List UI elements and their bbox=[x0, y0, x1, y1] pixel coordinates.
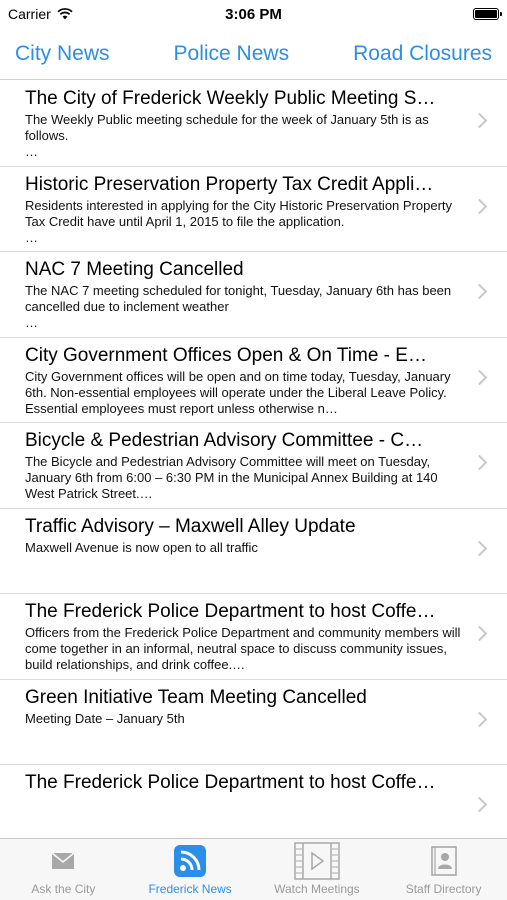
news-item[interactable]: Traffic Advisory – Maxwell Alley Update … bbox=[0, 509, 507, 594]
tab-road-closures[interactable]: Road Closures bbox=[353, 42, 492, 66]
news-item[interactable]: Green Initiative Team Meeting Cancelled … bbox=[0, 680, 507, 765]
tabbar-label: Ask the City bbox=[31, 882, 96, 896]
news-item-title: Traffic Advisory – Maxwell Alley Update bbox=[25, 515, 356, 537]
tabbar-label: Staff Directory bbox=[405, 882, 482, 896]
news-list: The City of Frederick Weekly Public Meet… bbox=[0, 81, 507, 851]
chevron-right-icon bbox=[471, 711, 488, 728]
news-item-title: City Government Offices Open & On Time -… bbox=[25, 344, 427, 366]
tab-city-news[interactable]: City News bbox=[15, 42, 110, 66]
chevron-right-icon bbox=[471, 198, 488, 215]
chevron-right-icon bbox=[471, 369, 488, 386]
news-item[interactable]: Bicycle & Pedestrian Advisory Committee … bbox=[0, 423, 507, 509]
chevron-right-icon bbox=[471, 283, 488, 300]
news-item-summary: City Government offices will be open and… bbox=[25, 368, 451, 416]
news-item-summary: The NAC 7 meeting scheduled for tonight,… bbox=[25, 283, 452, 330]
envelope-icon bbox=[51, 843, 75, 879]
news-item-title: Bicycle & Pedestrian Advisory Committee … bbox=[25, 430, 424, 451]
news-item-summary: Officers from the Frederick Police Depar… bbox=[25, 625, 461, 672]
news-category-tabs: City News Police News Road Closures bbox=[0, 28, 507, 80]
news-item-title: The City of Frederick Weekly Public Meet… bbox=[25, 88, 436, 109]
news-item-title: Historic Preservation Property Tax Credi… bbox=[25, 173, 434, 195]
news-item-summary: The Weekly Public meeting schedule for t… bbox=[25, 112, 429, 159]
tabbar-item-staff-directory[interactable]: Staff Directory bbox=[380, 839, 507, 900]
news-item-summary: Residents interested in applying for the… bbox=[25, 197, 453, 245]
status-left: Carrier bbox=[8, 6, 73, 22]
tabbar-item-watch-meetings[interactable]: Watch Meetings bbox=[254, 839, 381, 900]
news-item-summary: Meeting Date – January 5th bbox=[25, 710, 185, 726]
carrier-label: Carrier bbox=[8, 6, 51, 22]
news-item[interactable]: The Frederick Police Department to host … bbox=[0, 594, 507, 680]
news-item-summary: Maxwell Avenue is now open to all traffi… bbox=[25, 539, 258, 555]
chevron-right-icon bbox=[471, 454, 488, 471]
battery-level bbox=[475, 10, 497, 18]
chevron-right-icon bbox=[471, 540, 488, 557]
news-item[interactable]: Historic Preservation Property Tax Credi… bbox=[0, 167, 507, 252]
status-time: 3:06 PM bbox=[225, 5, 282, 23]
tabbar-label: Watch Meetings bbox=[274, 882, 360, 896]
battery-icon bbox=[473, 8, 502, 20]
contact-card-icon bbox=[430, 843, 457, 879]
news-item-summary: The Bicycle and Pedestrian Advisory Comm… bbox=[25, 454, 438, 501]
news-item-title: The Frederick Police Department to host … bbox=[25, 601, 436, 622]
wifi-icon bbox=[57, 8, 73, 20]
chevron-right-icon bbox=[471, 112, 488, 129]
news-item[interactable]: The City of Frederick Weekly Public Meet… bbox=[0, 81, 507, 167]
bottom-tab-bar: Ask the City Frederick News Watch Meetin… bbox=[0, 838, 507, 900]
chevron-right-icon bbox=[471, 625, 488, 642]
chevron-right-icon bbox=[471, 796, 488, 813]
status-bar: Carrier 3:06 PM bbox=[0, 0, 507, 28]
rss-icon bbox=[174, 843, 207, 879]
film-play-icon bbox=[294, 842, 340, 880]
news-item[interactable]: City Government Offices Open & On Time -… bbox=[0, 338, 507, 423]
news-item-title: The Frederick Police Department to host … bbox=[25, 772, 436, 793]
tabbar-label: Frederick News bbox=[148, 882, 232, 896]
tab-police-news[interactable]: Police News bbox=[174, 42, 290, 66]
news-item-title: Green Initiative Team Meeting Cancelled bbox=[25, 686, 367, 708]
news-item[interactable]: NAC 7 Meeting Cancelled The NAC 7 meetin… bbox=[0, 252, 507, 338]
news-item-title: NAC 7 Meeting Cancelled bbox=[25, 259, 244, 280]
tabbar-item-ask-the-city[interactable]: Ask the City bbox=[0, 839, 127, 900]
tabbar-item-frederick-news[interactable]: Frederick News bbox=[127, 839, 254, 900]
